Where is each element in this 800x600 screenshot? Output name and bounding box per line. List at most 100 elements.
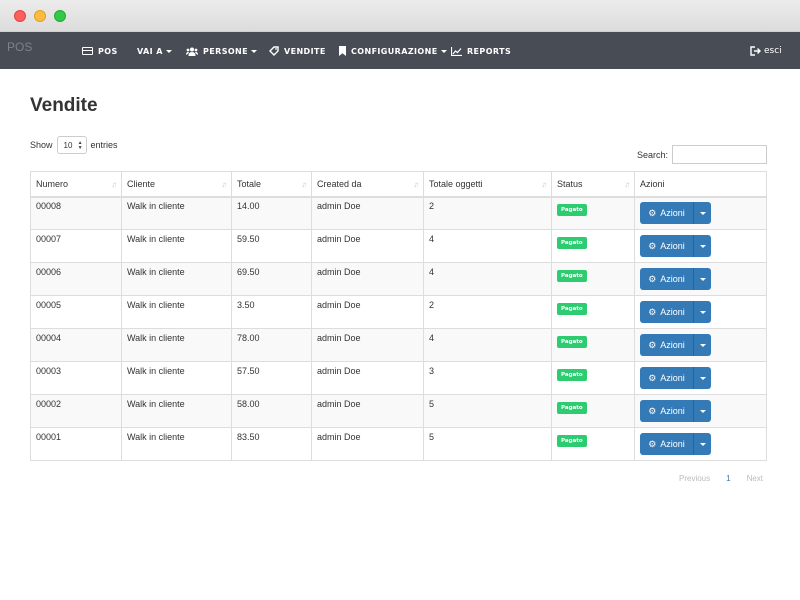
- cell-numero: 00005: [30, 295, 122, 329]
- cell-text: 00004: [36, 333, 62, 343]
- cell-text: 4: [429, 234, 435, 244]
- caret-down-icon: [165, 49, 172, 53]
- actions-dropdown-toggle[interactable]: [694, 367, 711, 389]
- header-label: Created da: [317, 178, 362, 189]
- gear-icon: ⚙: [648, 438, 657, 449]
- gear-icon: ⚙: [648, 405, 657, 416]
- sort-icon: ↓↑: [221, 180, 227, 189]
- actions-label: Azioni: [660, 439, 685, 449]
- cell-created: admin Doe: [311, 427, 424, 461]
- actions-button[interactable]: ⚙ Azioni: [640, 367, 694, 389]
- close-window-button[interactable]: [14, 10, 26, 22]
- cell-text: 00006: [36, 267, 62, 277]
- actions-label: Azioni: [660, 241, 685, 251]
- column-header-totale[interactable]: Totale ↓↑: [231, 171, 312, 198]
- header-label: Status: [557, 178, 583, 189]
- table-row: 00001 Walk in cliente 83.50 admin Doe 5 Pagat…: [30, 427, 767, 461]
- header-label: Totale oggetti: [429, 178, 483, 189]
- header-label: Cliente: [127, 178, 156, 189]
- column-header-oggetti[interactable]: Totale oggetti ↓↑: [423, 171, 552, 198]
- cell-created: admin Doe: [311, 361, 424, 395]
- pagination-page-1[interactable]: 1: [726, 474, 730, 483]
- gear-icon: ⚙: [648, 306, 657, 317]
- cell-text: 69.50: [237, 267, 260, 277]
- sort-icon: ↓↑: [301, 180, 307, 189]
- actions-dropdown-toggle[interactable]: [694, 334, 711, 356]
- window-titlebar: [0, 0, 800, 32]
- status-badge: Pagato: [557, 269, 587, 282]
- cell-cliente: Walk in cliente: [121, 328, 232, 362]
- cell-text: 3.50: [237, 300, 255, 310]
- cell-totale: 14.00: [231, 196, 312, 230]
- page-title: Vendite: [30, 95, 98, 116]
- column-header-azioni: Azioni: [634, 171, 767, 198]
- sort-icon: ↓↑: [541, 180, 547, 189]
- actions-dropdown-toggle[interactable]: [694, 235, 711, 257]
- cell-created: admin Doe: [311, 196, 424, 230]
- nav-item-vai-a[interactable]: VAI A: [137, 44, 172, 58]
- minimize-window-button[interactable]: [34, 10, 46, 22]
- maximize-window-button[interactable]: [54, 10, 66, 22]
- table-row: 00004 Walk in cliente 78.00 admin Doe 4 Pagat…: [30, 328, 767, 362]
- cell-actions: ⚙ Azioni: [634, 328, 767, 362]
- cell-actions: ⚙ Azioni: [634, 394, 767, 428]
- actions-button[interactable]: ⚙ Azioni: [640, 433, 694, 455]
- actions-button-group: ⚙ Azioni: [640, 268, 711, 290]
- status-badge: Pagato: [557, 203, 587, 216]
- actions-dropdown-toggle[interactable]: [694, 301, 711, 323]
- cell-cliente: Walk in cliente: [121, 295, 232, 329]
- actions-button[interactable]: ⚙ Azioni: [640, 202, 694, 225]
- gear-icon: ⚙: [648, 372, 657, 383]
- pagination: Previous 1 Next: [679, 474, 779, 483]
- actions-button[interactable]: ⚙ Azioni: [640, 334, 694, 356]
- pagination-previous[interactable]: Previous: [679, 474, 710, 483]
- cell-numero: 00002: [30, 394, 122, 428]
- cell-text: 5: [429, 399, 435, 409]
- status-badge: Pagato: [557, 401, 587, 414]
- actions-dropdown-toggle[interactable]: [694, 268, 711, 290]
- cell-created: admin Doe: [311, 394, 424, 428]
- cell-text: 4: [429, 267, 435, 277]
- nav-item-persone[interactable]: PERSONE: [186, 44, 258, 58]
- pagination-next[interactable]: Next: [747, 474, 763, 483]
- brand-logo[interactable]: POS: [7, 40, 32, 54]
- cell-actions: ⚙ Azioni: [634, 229, 767, 263]
- actions-dropdown-toggle[interactable]: [694, 202, 711, 225]
- cell-text: 00003: [36, 366, 62, 376]
- actions-button[interactable]: ⚙ Azioni: [640, 400, 694, 422]
- cell-status: Pagato: [551, 394, 635, 428]
- cell-text: 78.00: [237, 333, 260, 343]
- cell-oggetti: 5: [423, 427, 552, 461]
- entries-select[interactable]: 10 ▲ ▼: [56, 136, 87, 154]
- actions-dropdown-toggle[interactable]: [694, 400, 711, 422]
- cell-numero: 00007: [30, 229, 122, 263]
- logout-link[interactable]: esci: [750, 44, 782, 58]
- nav-item-vendite[interactable]: VENDITE: [269, 44, 326, 58]
- column-header-cliente[interactable]: Cliente ↓↑: [121, 171, 232, 198]
- nav-item-label: REPORTS: [467, 46, 512, 56]
- caret-down-icon: [699, 211, 706, 215]
- cell-text: Walk in cliente: [127, 234, 185, 244]
- cell-actions: ⚙ Azioni: [634, 295, 767, 329]
- nav-item-configurazione[interactable]: CONFIGURAZIONE: [339, 44, 447, 58]
- column-header-status[interactable]: Status ↓↑: [551, 171, 635, 198]
- actions-dropdown-toggle[interactable]: [694, 433, 711, 455]
- nav-item-reports[interactable]: REPORTS: [450, 44, 512, 58]
- column-header-created[interactable]: Created da ↓↑: [311, 171, 424, 198]
- table-row: 00005 Walk in cliente 3.50 admin Doe 2 Pagato…: [30, 295, 767, 329]
- cell-totale: 69.50: [231, 262, 312, 296]
- cell-text: admin Doe: [317, 300, 361, 310]
- actions-button[interactable]: ⚙ Azioni: [640, 268, 694, 290]
- column-header-numero[interactable]: Numero ↓↑: [30, 171, 122, 198]
- cell-totale: 58.00: [231, 394, 312, 428]
- actions-button[interactable]: ⚙ Azioni: [640, 301, 694, 323]
- nav-item-pos[interactable]: POS: [82, 44, 118, 58]
- actions-button-group: ⚙ Azioni: [640, 301, 711, 323]
- status-badge: Pagato: [557, 368, 587, 381]
- search-input[interactable]: [672, 145, 768, 164]
- actions-button[interactable]: ⚙ Azioni: [640, 235, 694, 257]
- actions-button-group: ⚙ Azioni: [640, 367, 711, 389]
- caret-down-icon: [699, 376, 706, 380]
- entries-length-control: Show 10 ▲ ▼ entries: [30, 136, 118, 154]
- cell-cliente: Walk in cliente: [121, 196, 232, 230]
